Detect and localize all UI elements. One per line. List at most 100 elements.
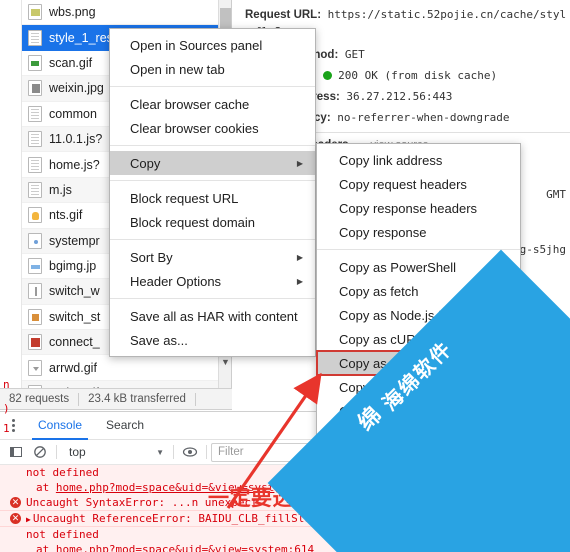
network-file-name: common [49,106,97,121]
tab-console[interactable]: Console [26,412,94,440]
menu-separator [110,86,315,87]
network-file-name: home.js? [49,157,100,172]
copy-submenu-item-label: Copy response headers [339,200,478,216]
network-context-menu[interactable]: Open in Sources panel Open in new tab Clea… [109,28,316,357]
context-menu-item-label: Clear browser cookies [130,120,259,136]
submenu-chevron-right-icon: ▶ [296,276,303,286]
remote-address-value: 36.27.212.56:443 [346,90,453,103]
live-expression-eye-icon[interactable] [178,442,202,462]
list-gutter [0,0,22,395]
console-artifact-paren: ) [3,402,10,415]
transferred-size-label: 23.4 kB transferred [88,393,186,405]
image-file-icon [28,4,42,21]
context-menu-item[interactable]: Save all as HAR with content [110,304,315,328]
context-menu-item[interactable]: Block request URL [110,186,315,210]
context-menu-item[interactable]: Clear browser cookies [110,116,315,140]
copy-submenu-item[interactable]: Copy response [317,220,520,244]
network-file-name: nts.gif [49,208,83,223]
submenu-separator [317,249,520,250]
request-count-label: 82 requests [9,393,70,405]
menu-separator [110,298,315,299]
copy-submenu-item[interactable]: Copy response headers [317,196,520,220]
menu-separator [110,145,315,146]
copy-submenu-item-label: Copy as fetch [339,283,419,299]
menu-separator [110,180,315,181]
devtools-screenshot: wbs.pngstyle_1_responsive.css?fl2scan.gi… [0,0,570,552]
submenu-chevron-right-icon: ▶ [296,252,303,262]
toolbar-divider-2 [173,445,174,459]
context-menu-item[interactable]: Sort By ▶ [110,245,315,269]
image-file-icon [28,80,42,97]
image-file-icon [28,334,42,351]
network-file-row[interactable]: arrwd.gif [22,355,231,381]
status-divider-2 [194,392,196,406]
context-menu-item-label: Block request domain [130,214,256,230]
image-file-icon [28,207,42,224]
copy-submenu-item[interactable]: Copy request headers [317,172,520,196]
context-menu-item-label: Save as... [130,332,188,348]
network-file-name: arrwd.gif [49,360,97,375]
network-file-name: scan.gif [49,55,93,70]
context-menu-item-label: Block request URL [130,190,239,206]
expand-triangle-icon[interactable]: ▶ [26,515,31,524]
script-file-icon [28,131,42,148]
referrer-policy-value: no-referrer-when-downgrade [337,111,510,124]
context-menu-item-label: Save all as HAR with content [130,308,298,324]
toolbar-divider [56,445,57,459]
context-menu-item[interactable]: Save as... [110,328,315,352]
context-menu-item[interactable]: Open in new tab [110,57,315,81]
context-menu-item[interactable]: Header Options ▶ [110,269,315,293]
context-menu-item[interactable]: Block request domain [110,210,315,234]
console-source-link[interactable]: home.php?mod=space&uid=&view=system:614 [56,543,314,552]
network-file-name: connect_ [49,335,100,350]
toolbar-divider-3 [206,445,207,459]
context-menu-item[interactable]: Clear browser cache [110,92,315,116]
console-context-selector[interactable]: top ▼ [61,442,169,462]
request-url-value: https://static.52pojie.cn/cache/styl [327,8,567,21]
network-file-name: switch_w [49,284,100,299]
copy-submenu-item-label: Copy request headers [339,176,467,192]
console-message-text: at [36,543,56,552]
script-file-icon [28,181,42,198]
copy-submenu-item-label: Copy as PowerShell [339,259,457,275]
script-file-icon [28,156,42,173]
context-menu-item-label: Copy [130,155,161,171]
script-file-icon [28,105,42,122]
response-header-value: GMT [546,188,566,201]
console-message-text: not defined [26,466,99,479]
network-file-row[interactable]: wbs.png [22,0,231,26]
image-file-icon [28,283,42,300]
network-file-name: wbs.png [49,5,96,20]
image-file-icon [28,54,42,71]
copy-submenu-item[interactable]: Copy link address [317,148,520,172]
chevron-down-icon: ▼ [156,447,164,457]
image-file-icon [28,258,42,275]
console-artifact-n: n [3,378,10,391]
watermark-logo-icon: 绵 [352,402,387,436]
stylesheet-file-icon [28,29,42,46]
console-message-text: at [36,481,56,494]
tab-search[interactable]: Search [94,412,156,440]
error-badge-icon: ✕ [10,497,21,508]
context-menu-item[interactable]: Open in Sources panel [110,33,315,57]
context-menu-item-label: Sort By [130,249,173,265]
menu-separator [110,239,315,240]
copy-submenu-item-label: Copy link address [339,152,443,168]
console-message-text: not defined [26,528,99,541]
request-url-label: Request URL: [245,9,322,21]
image-file-icon [28,232,42,249]
context-menu-item-label: Clear browser cache [130,96,250,112]
request-url-row: Request URL: https://static.52pojie.cn/c… [233,6,570,23]
network-file-name: bgimg.jp [49,259,97,274]
network-status-bar: 82 requests 23.4 kB transferred [0,388,232,410]
context-menu-item[interactable]: Copy ▶ [110,151,315,175]
network-file-name: weixin.jpg [49,81,104,96]
clear-console-icon[interactable] [28,442,52,462]
status-code-value: 200 OK (from disk cache) [338,69,498,82]
image-file-icon [28,308,42,325]
console-sidebar-toggle-icon[interactable] [4,442,28,462]
request-method-value: GET [344,48,365,61]
context-menu-item-label: Open in new tab [130,61,225,77]
scroll-down-arrow-icon[interactable]: ▼ [219,355,231,369]
status-ok-dot-icon [322,71,332,80]
